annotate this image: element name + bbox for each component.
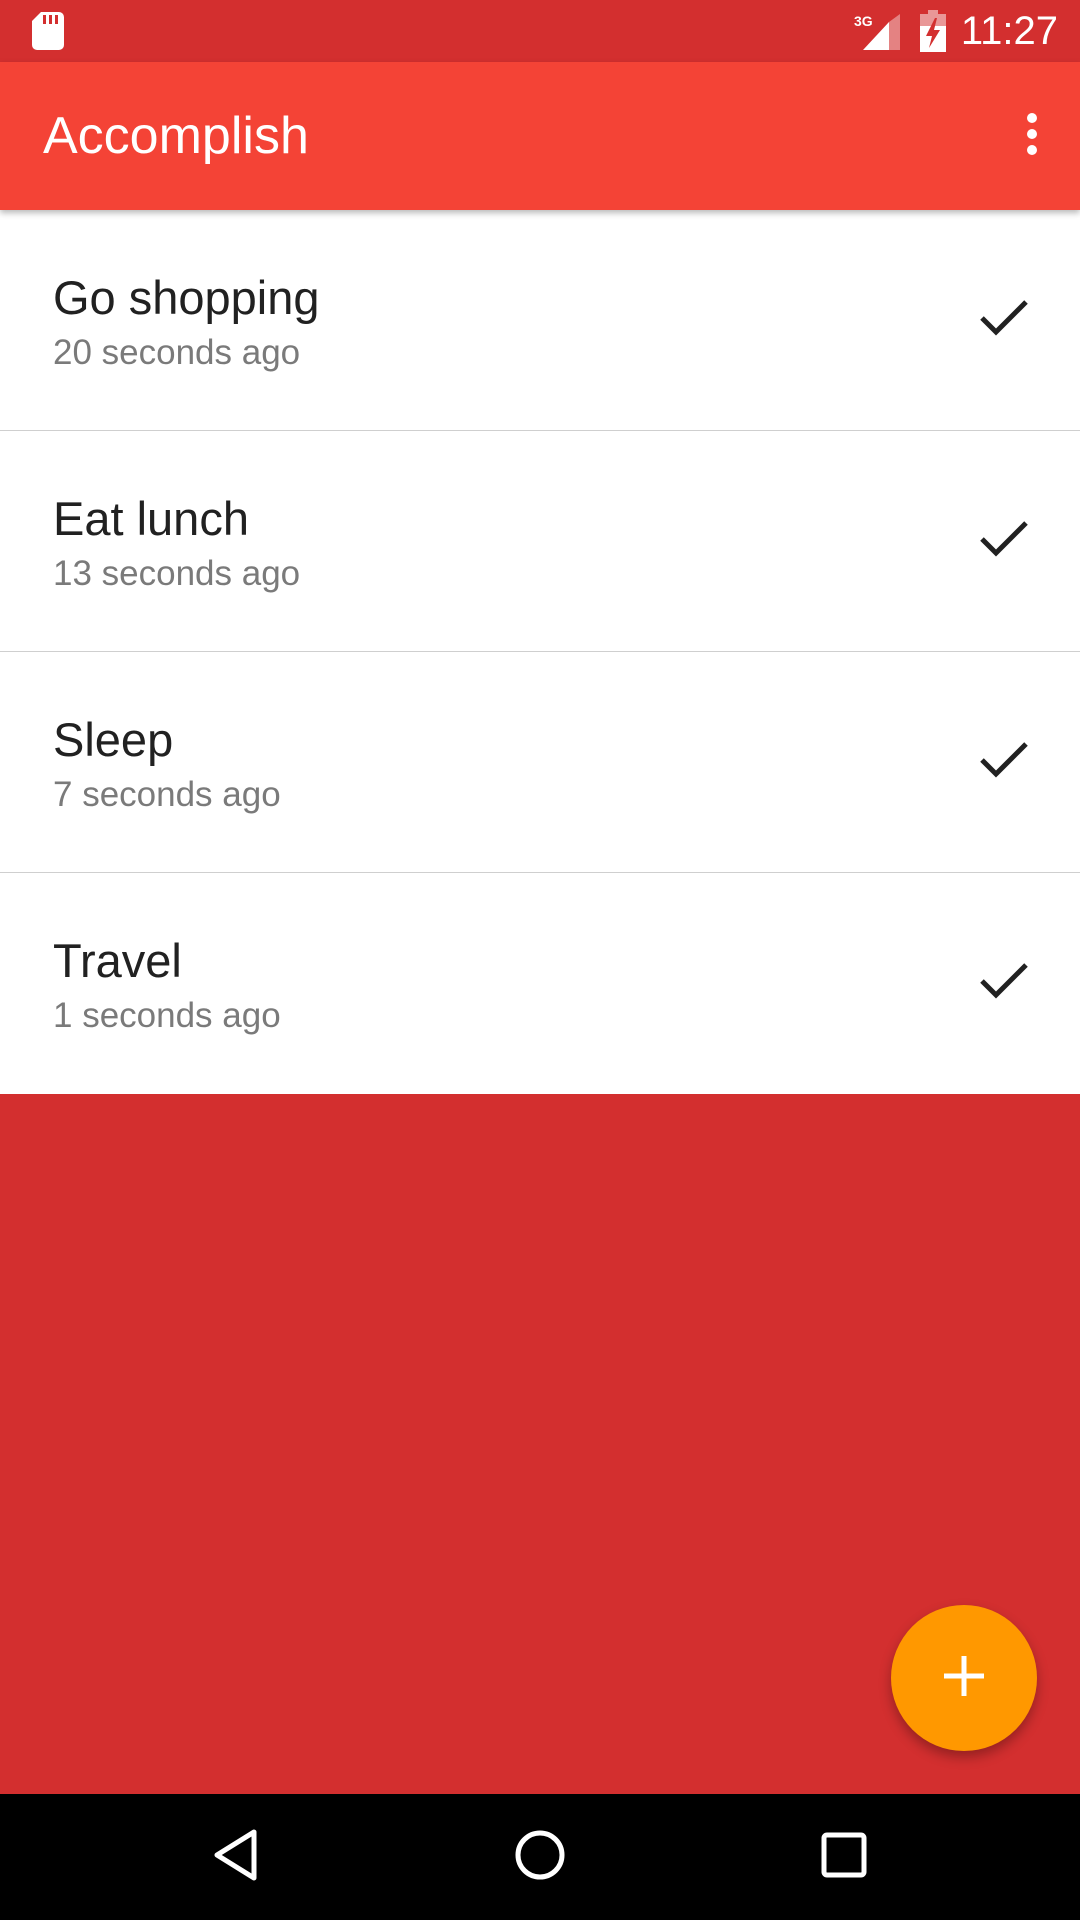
check-icon: [979, 299, 1029, 342]
recents-button[interactable]: [804, 1817, 884, 1897]
status-bar: 3G 11:27: [0, 0, 1080, 62]
back-icon: [213, 1829, 259, 1886]
task-item[interactable]: Eat lunch 13 seconds ago: [0, 431, 1080, 652]
task-item[interactable]: Sleep 7 seconds ago: [0, 652, 1080, 873]
plus-icon: [944, 1655, 984, 1701]
home-icon: [514, 1829, 566, 1886]
check-icon: [979, 520, 1029, 563]
app-title: Accomplish: [43, 107, 309, 165]
battery-charging-icon: [920, 10, 946, 57]
cell-signal-icon: 3G: [853, 12, 903, 57]
status-time: 11:27: [960, 9, 1058, 53]
app-screen: 3G 11:27 Accomplish Go shopping 20 secon…: [0, 0, 1080, 1920]
navigation-bar: [0, 1794, 1080, 1920]
task-timestamp: 7 seconds ago: [53, 775, 281, 814]
task-title: Go shopping: [53, 271, 320, 324]
task-title: Travel: [53, 934, 182, 987]
task-timestamp: 1 seconds ago: [53, 996, 281, 1035]
check-icon: [979, 741, 1029, 784]
network-type-label: 3G: [854, 13, 873, 29]
complete-task-button[interactable]: [964, 943, 1044, 1023]
add-task-button[interactable]: [891, 1605, 1037, 1751]
task-timestamp: 20 seconds ago: [53, 333, 301, 372]
check-icon: [979, 962, 1029, 1005]
more-vert-icon: [1026, 112, 1038, 160]
complete-task-button[interactable]: [964, 280, 1044, 360]
task-item[interactable]: Travel 1 seconds ago: [0, 873, 1080, 1094]
sd-card-icon: [32, 12, 64, 55]
complete-task-button[interactable]: [964, 722, 1044, 802]
task-title: Sleep: [53, 713, 174, 766]
home-button[interactable]: [500, 1817, 580, 1897]
task-item[interactable]: Go shopping 20 seconds ago: [0, 210, 1080, 431]
complete-task-button[interactable]: [964, 501, 1044, 581]
recents-icon: [821, 1832, 867, 1883]
task-title: Eat lunch: [53, 492, 249, 545]
task-timestamp: 13 seconds ago: [53, 554, 301, 593]
back-button[interactable]: [196, 1817, 276, 1897]
overflow-menu-button[interactable]: [984, 84, 1080, 188]
task-list: Go shopping 20 seconds ago Eat lunch 13 …: [0, 210, 1080, 1094]
app-bar: Accomplish: [0, 62, 1080, 210]
